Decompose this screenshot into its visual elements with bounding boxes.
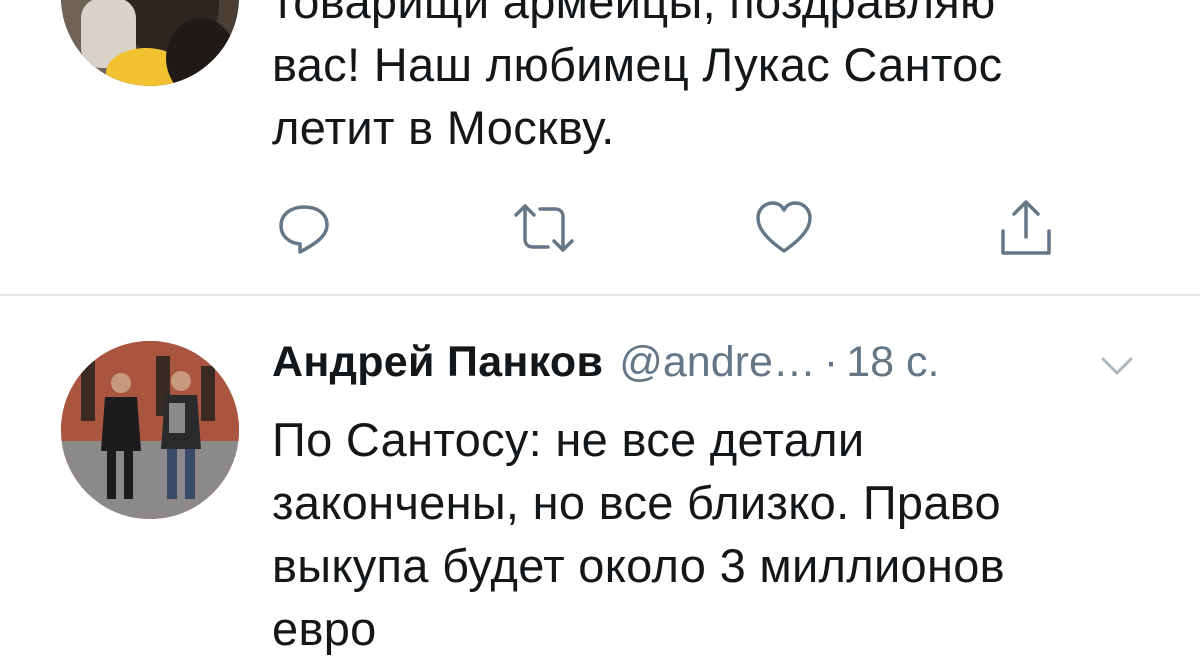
tweet-text-line: евро	[272, 602, 377, 655]
tweet-text: По Сантосу: не все детали закончены, но …	[272, 408, 1172, 660]
tweet-1[interactable]: товарищи армейцы, поздравляю вас! Наш лю…	[0, 0, 1200, 296]
tweet-text-line: летит в Москву.	[272, 101, 615, 154]
tweet-timestamp[interactable]: 18 с.	[846, 338, 939, 387]
author-name[interactable]: Андрей Панков	[272, 338, 603, 387]
reply-button[interactable]	[272, 196, 336, 260]
tweet-text: товарищи армейцы, поздравляю вас! Наш лю…	[272, 0, 1172, 159]
share-icon	[1001, 200, 1051, 255]
chevron-down-icon	[1101, 357, 1133, 375]
tweet-text-line: товарищи армейцы, поздравляю	[272, 0, 996, 28]
author-handle[interactable]: @andre…	[619, 338, 816, 387]
heart-icon	[756, 201, 812, 253]
tweet-actions	[0, 196, 1200, 260]
like-button[interactable]	[752, 196, 816, 260]
avatar[interactable]	[61, 0, 239, 86]
retweet-icon	[514, 204, 574, 252]
avatar-photo	[61, 0, 239, 86]
tweet-text-line: По Сантосу: не все детали	[272, 413, 865, 466]
tweet-header: Андрей Панков @andre… · 18 с.	[272, 338, 1172, 398]
separator-dot: ·	[823, 338, 839, 386]
reply-icon	[279, 205, 329, 254]
avatar-photo	[61, 341, 239, 519]
tweet-menu-button[interactable]	[1095, 347, 1139, 383]
retweet-button[interactable]	[512, 196, 576, 260]
tweet-divider	[0, 294, 1200, 296]
tweet-text-line: вас! Наш любимец Лукас Сантос	[272, 38, 1003, 91]
share-button[interactable]	[994, 196, 1058, 260]
tweet-text-line: закончены, но все близко. Право	[272, 476, 1001, 529]
avatar[interactable]	[61, 341, 239, 519]
tweet-text-line: выкупа будет около 3 миллионов	[272, 539, 1005, 592]
